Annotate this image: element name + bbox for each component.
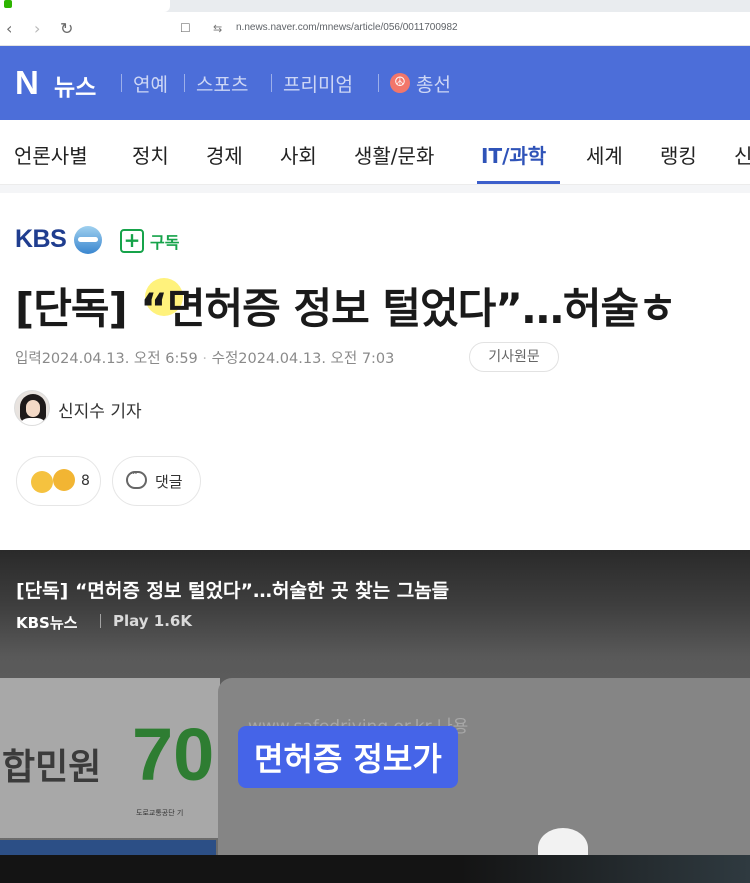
meta-separator: · (202, 351, 207, 367)
divider (100, 614, 101, 628)
comment-icon (126, 469, 147, 489)
tab-politics[interactable]: 정치 (132, 140, 169, 169)
video-title: [단독] “면허증 정보 털었다”…허술한 곳 찾는 그놈들 (16, 580, 450, 602)
input-label: 입력 (15, 351, 42, 367)
tab-ranking[interactable]: 랭킹 (660, 140, 697, 169)
article-headline: [단독] “면허증 정보 털었다”…허술ㅎ (15, 284, 677, 333)
thumbs-up-icon (31, 471, 53, 493)
original-article-button[interactable]: 기사원문 (469, 342, 559, 372)
tab-it-science[interactable]: IT/과학 (481, 140, 546, 169)
frame-logo-subtext: 도로교통공단 기 (136, 809, 184, 817)
category-nav: 언론사별 정치 경제 사회 생활/문화 IT/과학 세계 랭킹 신 (0, 120, 750, 185)
browser-tab[interactable] (0, 0, 170, 12)
reaction-count: 8 (81, 473, 90, 489)
video-play-count: Play 1.6K (113, 612, 192, 630)
back-icon[interactable]: ‹ (6, 19, 12, 38)
bottom-glow (460, 855, 750, 883)
tab-life-culture[interactable]: 생활/문화 (354, 140, 434, 169)
reporter-avatar[interactable] (14, 390, 50, 426)
video-player[interactable]: [단독] “면허증 정보 털었다”…허술한 곳 찾는 그놈들 KBS뉴스 Pla… (0, 550, 750, 855)
modified-label: 수정 (211, 351, 239, 367)
comment-button[interactable]: 댓글 (112, 456, 201, 506)
frame-sign-text: 합민원 (2, 747, 102, 788)
election-icon: ☮ (390, 73, 410, 93)
divider (0, 185, 750, 193)
naver-news-header: N 뉴스 연예 스포츠 프리미엄 ☮ 총선 (0, 46, 750, 120)
tab-more[interactable]: 신 (734, 140, 750, 169)
address-bar: ‹ › ↻ ☐ ⇆ n.news.naver.com/mnews/article… (0, 12, 750, 46)
avatar-body (19, 418, 47, 425)
clap-emoji-icon (53, 469, 75, 491)
naver-logo[interactable]: N (15, 64, 39, 102)
avatar-face (26, 400, 40, 417)
tab-world[interactable]: 세계 (586, 140, 623, 169)
input-date: 2024.04.13. 오전 6:59 (41, 351, 198, 367)
video-source[interactable]: KBS뉴스 (16, 612, 77, 633)
reaction-button[interactable]: 8 (16, 456, 101, 506)
subscribe-button[interactable]: + 구독 (120, 229, 179, 253)
video-bottom-bar (0, 855, 750, 883)
tab-society[interactable]: 사회 (280, 140, 317, 169)
press-logo[interactable]: KBS (15, 225, 67, 254)
naver-favicon-icon (4, 0, 12, 8)
tab-by-press[interactable]: 언론사별 (14, 140, 88, 169)
article-meta: 입력2024.04.13. 오전 6:59 · 수정2024.04.13. 오전… (15, 347, 394, 368)
tab-economy[interactable]: 경제 (206, 140, 243, 169)
modified-date: 2024.04.13. 오전 7:03 (238, 351, 395, 367)
header-link-entertainment[interactable]: 연예 (133, 70, 168, 97)
url-field[interactable]: n.news.naver.com/mnews/article/056/00117… (236, 22, 458, 33)
frame-white-shape (538, 828, 588, 855)
anniversary-logo: 70 (132, 713, 215, 796)
subscribe-label: 구독 (150, 233, 180, 252)
divider (121, 74, 122, 92)
divider (378, 74, 379, 92)
bookmark-icon[interactable]: ☐ (180, 21, 191, 35)
comment-label: 댓글 (155, 473, 183, 491)
frame-blue-stripe (0, 840, 216, 855)
video-frame-right: www.safedriving.or.kr 나용 면허증 정보가 (218, 678, 750, 855)
browser-tab-strip (0, 0, 750, 12)
news-logo-text[interactable]: 뉴스 (54, 68, 96, 102)
header-link-election[interactable]: 총선 (416, 70, 451, 97)
reporter-name[interactable]: 신지수 기자 (58, 397, 142, 422)
header-link-sports[interactable]: 스포츠 (196, 70, 248, 97)
video-frame-left: 합민원 70 도로교통공단 기 (0, 678, 220, 838)
reload-icon[interactable]: ↻ (60, 19, 73, 38)
forward-icon[interactable]: › (34, 19, 40, 38)
header-link-premium[interactable]: 프리미엄 (283, 70, 353, 97)
plus-icon: + (120, 229, 144, 253)
divider (271, 74, 272, 92)
site-info-icon[interactable]: ⇆ (213, 22, 222, 35)
active-tab-indicator (477, 181, 560, 184)
kbs-logo-icon (74, 226, 102, 254)
divider (184, 74, 185, 92)
video-caption: 면허증 정보가 (238, 726, 458, 788)
